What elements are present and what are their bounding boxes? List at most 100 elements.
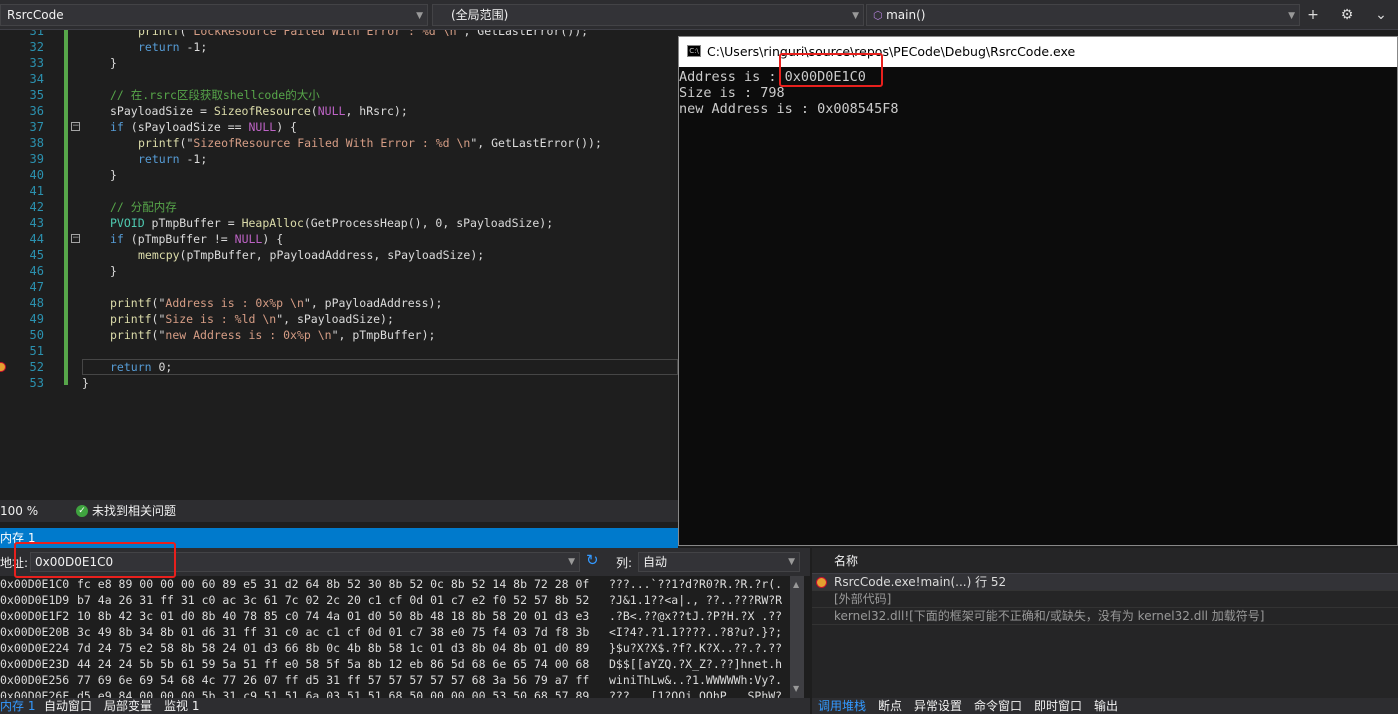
tab-output[interactable]: 输出 (1094, 698, 1118, 714)
current-line-highlight (82, 359, 678, 375)
code-line[interactable]: 31 printf("LockResource Failed With Error… (0, 30, 678, 39)
columns-dropdown[interactable]: 自动 ▼ (638, 552, 800, 572)
call-stack-row[interactable]: RsrcCode.exe!main(...) 行 52 (812, 574, 1398, 591)
tab-autos[interactable]: 自动窗口 (44, 698, 92, 714)
line-number: 31 (29, 30, 44, 38)
line-number: 53 (29, 376, 44, 390)
code-line[interactable]: 36 sPayloadSize = SizeofResource(NULL, hR… (0, 103, 678, 119)
chevron-down-icon: ▼ (416, 11, 423, 21)
line-number: 52 (29, 360, 44, 374)
code-line[interactable]: 46} (0, 263, 678, 279)
code-text: printf("Size is : %ld \n", sPayloadSize)… (110, 312, 394, 326)
column-header-name[interactable]: 名称 (812, 548, 1398, 574)
editor-status-bar: 100 % ✓ 未找到相关问题 (0, 500, 678, 522)
memory-address: 0x00D0E256 (0, 673, 70, 687)
refresh-icon[interactable]: ↻ (586, 551, 599, 569)
chevron-down-icon: ▼ (852, 11, 859, 21)
memory-row[interactable]: 0x00D0E26F d5 e9 84 00 00 00 5b 31 c9 51 … (0, 688, 790, 698)
code-text: // 分配内存 (110, 200, 177, 214)
scroll-up-icon[interactable]: ▲ (793, 580, 801, 589)
memory-grid[interactable]: 0x00D0E1C0 fc e8 89 00 00 00 60 89 e5 31 … (0, 576, 790, 698)
code-line[interactable]: 39 return -1; (0, 151, 678, 167)
memory-scrollbar[interactable]: ▲ ▼ (790, 576, 804, 698)
code-line[interactable]: 35 // 在.rsrc区段获取shellcode的大小 (0, 87, 678, 103)
memory-row[interactable]: 0x00D0E256 77 69 6e 69 54 68 4c 77 26 07 … (0, 672, 790, 688)
code-text: } (110, 264, 117, 278)
code-line[interactable]: 41 (0, 183, 678, 199)
code-line[interactable]: 43 PVOID pTmpBuffer = HeapAlloc(GetProces… (0, 215, 678, 231)
check-icon: ✓ (76, 505, 88, 517)
code-line[interactable]: 40} (0, 167, 678, 183)
memory-row[interactable]: 0x00D0E224 7d 24 75 e2 58 8b 58 24 01 d3 … (0, 640, 790, 656)
memory-ascii: ???...[1?QQj.QQhP...SPhW? (609, 689, 783, 698)
line-number: 38 (29, 136, 44, 150)
collapse-icon[interactable]: − (71, 234, 80, 243)
memory-row[interactable]: 0x00D0E1F2 10 8b 42 3c 01 d0 8b 40 78 85 … (0, 608, 790, 624)
code-line[interactable]: 34 (0, 71, 678, 87)
memory-row[interactable]: 0x00D0E23D 44 24 24 5b 5b 61 59 5a 51 ff … (0, 656, 790, 672)
split-editor-icon[interactable]: + (1302, 4, 1324, 26)
code-line[interactable]: 50 printf("new Address is : 0x%p \n", pTm… (0, 327, 678, 343)
tab-breakpoints[interactable]: 断点 (878, 698, 902, 714)
memory-bytes: 44 24 24 5b 5b 61 59 5a 51 ff e0 58 5f 5… (77, 657, 590, 671)
columns-label: 列: (616, 556, 633, 570)
scope-dropdown[interactable]: (全局范围) ▼ (432, 4, 864, 26)
line-number: 45 (29, 248, 44, 262)
code-line[interactable]: 49 printf("Size is : %ld \n", sPayloadSiz… (0, 311, 678, 327)
code-line[interactable]: 38 printf("SizeofResource Failed With Err… (0, 135, 678, 151)
function-dropdown[interactable]: ⬡ main() ▼ (866, 4, 1300, 26)
code-line[interactable]: 37 if (sPayloadSize == NULL) {− (0, 119, 678, 135)
scope-label: (全局范围) (451, 8, 509, 22)
expand-icon[interactable]: ⌄ (1370, 4, 1392, 26)
code-editor[interactable]: 31 printf("LockResource Failed With Error… (0, 30, 678, 500)
current-frame-icon (816, 577, 827, 588)
tab-exception-settings[interactable]: 异常设置 (914, 698, 962, 714)
code-text: // 在.rsrc区段获取shellcode的大小 (110, 88, 320, 102)
console-window[interactable]: C:\ C:\Users\ringuri\source\repos\PECode… (678, 36, 1398, 546)
tab-watch-1[interactable]: 监视 1 (164, 698, 199, 714)
tab-immediate-window[interactable]: 即时窗口 (1034, 698, 1082, 714)
gear-icon[interactable]: ⚙ (1336, 4, 1358, 26)
tab-command-window[interactable]: 命令窗口 (974, 698, 1022, 714)
console-line: new Address is : 0x008545F8 (679, 101, 899, 117)
memory-row[interactable]: 0x00D0E20B 3c 49 8b 34 8b 01 d6 31 ff 31 … (0, 624, 790, 640)
scroll-down-icon[interactable]: ▼ (793, 684, 801, 693)
project-dropdown[interactable]: RsrcCode ▼ (0, 4, 428, 26)
code-line[interactable]: 45 memcpy(pTmpBuffer, pPayloadAddress, sP… (0, 247, 678, 263)
memory-address: 0x00D0E23D (0, 657, 70, 671)
call-stack-row[interactable]: [外部代码] (812, 591, 1398, 608)
memory-ascii: ?J&1.1??<a|., ??..???RW?R (609, 593, 783, 607)
code-line[interactable]: 44 if (pTmpBuffer != NULL) {− (0, 231, 678, 247)
line-number: 42 (29, 200, 44, 214)
memory-address: 0x00D0E1F2 (0, 609, 70, 623)
code-line[interactable]: 52 return 0; (0, 359, 678, 375)
code-line[interactable]: 48 printf("Address is : 0x%p \n", pPayloa… (0, 295, 678, 311)
memory-ascii: ???...`??1?d?R0?R.?R.?r(. (609, 577, 783, 591)
memory-ascii: <I?4?.?1.1????..?8?u?.}?; (609, 625, 783, 639)
call-stack-row[interactable]: kernel32.dll![下面的框架可能不正确和/或缺失，没有为 kernel… (812, 608, 1398, 625)
code-line[interactable]: 33} (0, 55, 678, 71)
console-app-icon: C:\ (687, 45, 701, 57)
memory-row[interactable]: 0x00D0E1D9 b7 4a 26 31 ff 31 c0 ac 3c 61 … (0, 592, 790, 608)
code-text: return -1; (138, 40, 208, 54)
code-line[interactable]: 47 (0, 279, 678, 295)
tab-call-stack[interactable]: 调用堆栈 (818, 698, 866, 714)
bottom-tabs-left: 内存 1 自动窗口 局部变量 监视 1 (0, 698, 810, 714)
code-line[interactable]: 51 (0, 343, 678, 359)
code-line[interactable]: 42 // 分配内存 (0, 199, 678, 215)
tab-locals[interactable]: 局部变量 (104, 698, 152, 714)
line-number: 39 (29, 152, 44, 166)
line-number: 49 (29, 312, 44, 326)
code-text: sPayloadSize = SizeofResource(NULL, hRsr… (110, 104, 408, 118)
zoom-level[interactable]: 100 % (0, 500, 38, 522)
tab-memory-1[interactable]: 内存 1 (0, 698, 35, 714)
memory-row[interactable]: 0x00D0E1C0 fc e8 89 00 00 00 60 89 e5 31 … (0, 576, 790, 592)
call-stack-frame: kernel32.dll![下面的框架可能不正确和/或缺失，没有为 kernel… (834, 609, 1265, 623)
line-number: 44 (29, 232, 44, 246)
collapse-icon[interactable]: − (71, 122, 80, 131)
call-stack-panel: 名称 RsrcCode.exe!main(...) 行 52 [外部代码] ke… (812, 548, 1398, 698)
issues-status[interactable]: 未找到相关问题 (92, 500, 176, 522)
code-text: printf("new Address is : 0x%p \n", pTmpB… (110, 328, 436, 342)
code-line[interactable]: 53} (0, 375, 678, 391)
code-line[interactable]: 32 return -1; (0, 39, 678, 55)
